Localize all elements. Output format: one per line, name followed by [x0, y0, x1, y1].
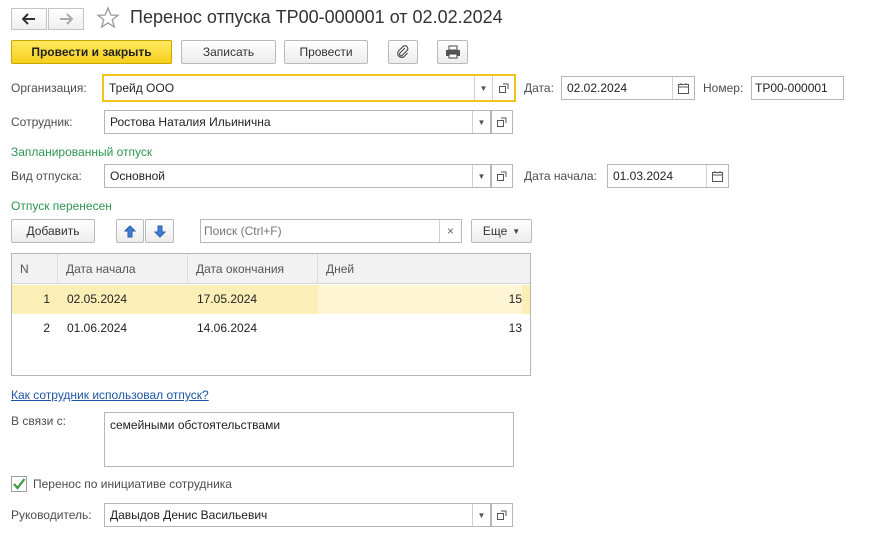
cell-start: 02.05.2024 [67, 292, 128, 306]
cell-end: 14.06.2024 [197, 321, 258, 335]
dropdown-icon[interactable]: ▼ [474, 76, 492, 100]
date-field[interactable]: 02.02.2024 [561, 76, 695, 100]
cell-n: 1 [43, 292, 50, 306]
vacation-type-open-button[interactable] [491, 164, 513, 188]
arrow-right-icon [60, 13, 73, 25]
cell-days: 13 [508, 321, 522, 335]
column-header-days[interactable]: Дней [318, 254, 530, 284]
print-button[interactable] [437, 40, 468, 64]
clear-icon[interactable]: × [439, 220, 461, 242]
arrow-up-icon [124, 224, 136, 237]
cell-start: 01.06.2024 [67, 321, 128, 335]
moved-vacation-title: Отпуск перенесен [11, 199, 112, 213]
table-row[interactable]: 1 02.05.2024 17.05.2024 15 [12, 285, 530, 314]
vacation-type-value: Основной [110, 169, 166, 183]
back-button[interactable] [11, 8, 47, 30]
date-value: 02.02.2024 [567, 81, 628, 95]
printer-icon [445, 45, 460, 59]
arrow-left-icon [22, 13, 35, 25]
employee-open-button[interactable] [491, 110, 513, 134]
manager-field[interactable]: Давыдов Денис Васильевич ▼ [104, 503, 491, 527]
arrow-down-icon [153, 225, 166, 238]
page-title: Перенос отпуска ТР00-000001 от 02.02.202… [130, 7, 503, 27]
manager-open-button[interactable] [491, 503, 513, 527]
start-date-field[interactable]: 01.03.2024 [607, 164, 729, 188]
employee-value: Ростова Наталия Ильинична [110, 115, 271, 129]
reason-field[interactable]: семейными обстоятельствами [104, 412, 514, 467]
open-icon [497, 117, 507, 127]
search-input[interactable] [201, 223, 439, 239]
manager-label: Руководитель: [11, 508, 92, 522]
vacation-table[interactable]: N Дата начала Дата окончания Дней 1 02.0… [11, 253, 531, 376]
cell-end: 17.05.2024 [197, 292, 258, 306]
open-icon[interactable] [492, 76, 514, 100]
dropdown-icon[interactable]: ▼ [472, 111, 490, 133]
more-button[interactable]: Еще ▼ [471, 219, 532, 243]
forward-button[interactable] [48, 8, 84, 30]
number-label: Номер: [703, 81, 744, 95]
vacation-type-label: Вид отпуска: [11, 169, 82, 183]
organization-label: Организация: [11, 81, 87, 95]
start-date-label: Дата начала: [524, 169, 597, 183]
checkmark-icon [13, 478, 26, 490]
favorite-star-icon[interactable] [96, 6, 120, 30]
calendar-icon[interactable] [672, 77, 694, 99]
usage-link[interactable]: Как сотрудник использовал отпуск? [11, 388, 209, 402]
initiative-checkbox[interactable] [11, 476, 27, 492]
dropdown-icon[interactable]: ▼ [472, 165, 490, 187]
more-label: Еще [482, 224, 508, 238]
chevron-down-icon: ▼ [512, 226, 521, 236]
table-row[interactable]: 2 01.06.2024 14.06.2024 13 [12, 314, 530, 343]
save-button[interactable]: Записать [181, 40, 276, 64]
number-field[interactable]: ТР00-000001 [751, 76, 844, 100]
employee-field[interactable]: Ростова Наталия Ильинична ▼ [104, 110, 491, 134]
cell-n: 2 [43, 321, 50, 335]
manager-value: Давыдов Денис Васильевич [110, 508, 268, 522]
planned-vacation-title: Запланированный отпуск [11, 145, 153, 159]
cell-days: 15 [318, 285, 522, 314]
vacation-type-field[interactable]: Основной ▼ [104, 164, 491, 188]
reason-label: В связи с: [11, 414, 66, 428]
move-up-button[interactable] [116, 219, 144, 243]
date-label: Дата: [524, 81, 554, 95]
start-date-value: 01.03.2024 [613, 169, 674, 183]
post-button[interactable]: Провести [284, 40, 368, 64]
open-icon [497, 171, 507, 181]
column-header-end[interactable]: Дата окончания [188, 254, 318, 284]
column-header-start[interactable]: Дата начала [58, 254, 188, 284]
search-field[interactable]: × [200, 219, 462, 243]
initiative-label[interactable]: Перенос по инициативе сотрудника [33, 477, 232, 491]
open-icon [497, 510, 507, 520]
move-down-button[interactable] [145, 219, 174, 243]
organization-value: Трейд ООО [109, 81, 175, 95]
post-and-close-button[interactable]: Провести и закрыть [11, 40, 172, 64]
attach-button[interactable] [388, 40, 418, 64]
dropdown-icon[interactable]: ▼ [472, 504, 490, 526]
paperclip-icon [397, 45, 409, 58]
employee-label: Сотрудник: [11, 115, 73, 129]
number-value: ТР00-000001 [755, 81, 828, 95]
calendar-icon[interactable] [706, 165, 728, 187]
table-header: N Дата начала Дата окончания Дней [12, 254, 530, 284]
column-header-n[interactable]: N [12, 254, 58, 284]
organization-field[interactable]: Трейд ООО ▼ [102, 74, 516, 102]
add-row-button[interactable]: Добавить [11, 219, 95, 243]
